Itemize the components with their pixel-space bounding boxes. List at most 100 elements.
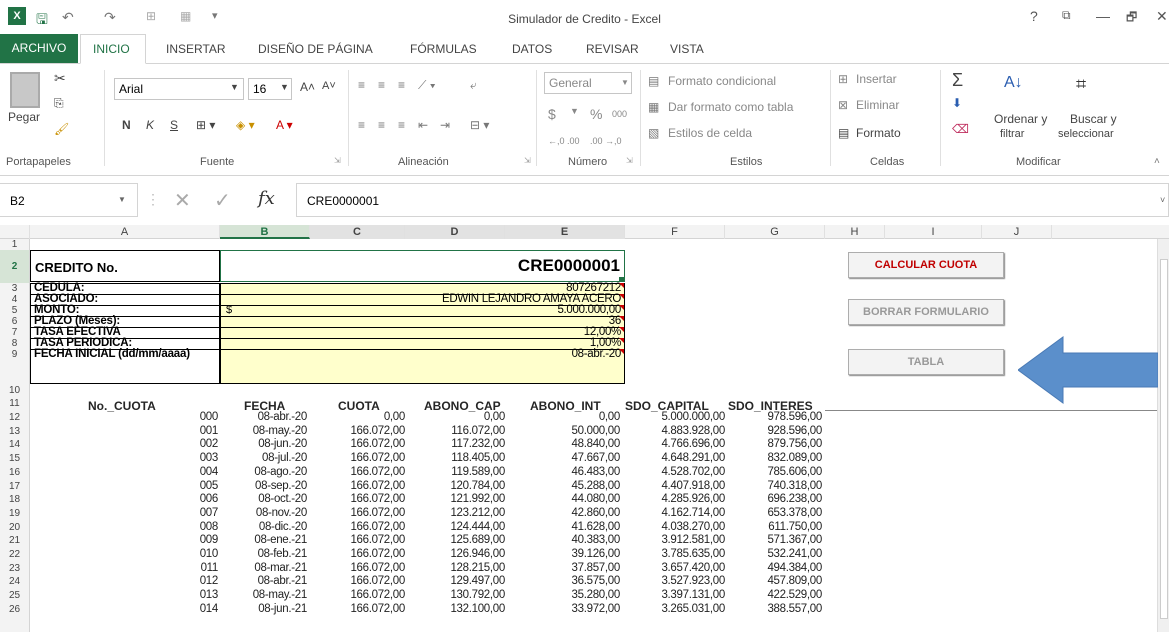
grow-font-icon[interactable]: A˄ — [300, 80, 315, 94]
cut-icon[interactable]: ✂ — [54, 70, 66, 87]
table-cell[interactable]: 000 — [200, 411, 219, 423]
percent-button[interactable]: % — [590, 106, 602, 122]
align-right-icon[interactable]: ≡ — [398, 118, 405, 132]
table-cell[interactable]: 4.648.291,00 — [661, 452, 725, 464]
row-header[interactable]: 2 — [0, 250, 30, 283]
format-painter-icon[interactable]: 🖌 — [54, 122, 69, 136]
sort-filter-icon[interactable]: A↓ — [1004, 74, 1023, 92]
align-center-icon[interactable]: ≡ — [378, 118, 385, 132]
table-cell[interactable]: 4.883.928,00 — [661, 425, 725, 437]
table-cell[interactable]: 4.038.270,00 — [661, 521, 725, 533]
table-cell[interactable]: 166.072,00 — [350, 534, 405, 546]
table-cell[interactable]: 121.992,00 — [450, 493, 505, 505]
table-cell[interactable]: 123.212,00 — [450, 507, 505, 519]
table-cell[interactable]: 42.860,00 — [572, 507, 621, 519]
table-cell[interactable]: 3.657.420,00 — [661, 562, 725, 574]
tab-inicio[interactable]: INICIO — [80, 34, 146, 64]
table-cell[interactable]: 611.750,00 — [768, 521, 822, 533]
table-cell[interactable]: 117.232,00 — [451, 438, 505, 450]
tabla-button[interactable]: TABLA — [848, 349, 1004, 375]
table-cell[interactable]: 696.238,00 — [767, 493, 822, 505]
table-cell[interactable]: 002 — [200, 438, 219, 450]
table-cell[interactable]: 128.215,00 — [450, 562, 505, 574]
table-cell[interactable]: 003 — [200, 452, 219, 464]
table-cell[interactable]: 08-abr.-20 — [258, 411, 308, 423]
merge-center-icon[interactable]: ⊟ ▾ — [470, 118, 489, 132]
table-cell[interactable]: 41.628,00 — [572, 521, 621, 533]
paste-icon[interactable] — [10, 72, 40, 108]
insert-cells-icon[interactable]: ⊞ — [838, 72, 848, 86]
calcular-cuota-button[interactable]: CALCULAR CUOTA — [848, 252, 1004, 278]
tab-diseno[interactable]: DISEÑO DE PÁGINA — [258, 42, 373, 56]
chevron-down-icon[interactable]: ▼ — [280, 82, 289, 92]
table-cell[interactable]: 166.072,00 — [350, 452, 405, 464]
table-cell[interactable]: 130.792,00 — [450, 589, 505, 601]
table-cell[interactable]: 125.689,00 — [450, 534, 505, 546]
delete-cells-button[interactable]: Eliminar — [856, 98, 899, 112]
font-color-icon[interactable]: A ▾ — [276, 118, 293, 132]
orientation-icon[interactable]: ⟋ ▾ — [418, 78, 436, 93]
italic-button[interactable]: K — [146, 118, 154, 132]
table-cell[interactable]: 08-mar.-21 — [254, 562, 307, 574]
increase-indent-icon[interactable]: ⇥ — [440, 118, 450, 132]
table-cell[interactable]: 005 — [200, 480, 219, 492]
row-header[interactable]: 7 — [0, 327, 30, 338]
align-middle-icon[interactable]: ≡ — [378, 78, 385, 92]
table-cell[interactable]: 0,00 — [384, 411, 405, 423]
table-cell[interactable]: 47.667,00 — [572, 452, 621, 464]
row-header[interactable]: 1 — [0, 239, 30, 250]
table-cell[interactable]: 3.785.635,00 — [661, 548, 725, 560]
maximize-button[interactable]: 🗗 — [1126, 8, 1137, 29]
fill-icon[interactable]: ⬇ — [952, 96, 962, 110]
collapse-ribbon-icon[interactable]: ˄ — [1154, 156, 1160, 167]
table-cell[interactable]: 08-jul.-20 — [262, 452, 307, 464]
minimize-button[interactable]: — — [1096, 8, 1110, 24]
font-name-select[interactable]: Arial — [114, 78, 244, 100]
table-cell[interactable]: 116.072,00 — [451, 425, 505, 437]
table-cell[interactable]: 48.840,00 — [572, 438, 621, 450]
sort-filter-label-1[interactable]: Ordenar y — [994, 112, 1047, 126]
format-as-table-icon[interactable]: ▦ — [648, 100, 659, 114]
table-cell[interactable]: 422.529,00 — [767, 589, 822, 601]
number-format-select[interactable]: General ▼ — [544, 72, 632, 94]
column-header-b[interactable]: B — [220, 225, 310, 239]
table-cell[interactable]: 007 — [200, 507, 219, 519]
table-cell[interactable]: 457.809,00 — [767, 575, 822, 587]
select-all-corner[interactable] — [0, 225, 30, 239]
table-cell[interactable]: 166.072,00 — [350, 425, 405, 437]
row-header[interactable]: 11 — [0, 397, 30, 411]
format-cells-icon[interactable]: ▤ — [838, 126, 849, 140]
table-cell[interactable]: 978.596,00 — [767, 411, 822, 423]
function-icon[interactable]: fx — [258, 188, 275, 209]
chevron-down-icon[interactable]: ▼ — [570, 106, 579, 116]
format-as-table-button[interactable]: Dar formato como tabla — [668, 100, 793, 114]
dialog-launcher-icon[interactable]: ⇲ — [524, 156, 531, 165]
conditional-format-button[interactable]: Formato condicional — [668, 74, 776, 88]
table-cell[interactable]: 0,00 — [599, 411, 620, 423]
tab-formulas[interactable]: FÓRMULAS — [410, 42, 477, 56]
table-cell[interactable]: 36.575,00 — [572, 575, 621, 587]
table-cell[interactable]: 166.072,00 — [350, 480, 405, 492]
tab-vista[interactable]: VISTA — [670, 42, 704, 56]
table-cell[interactable]: 004 — [200, 466, 219, 478]
table-cell[interactable]: 166.072,00 — [350, 603, 405, 615]
sort-filter-label-2[interactable]: filtrar — [1000, 128, 1024, 140]
table-cell[interactable]: 5.000.000,00 — [661, 411, 725, 423]
table-cell[interactable]: 740.318,00 — [767, 480, 822, 492]
borders-icon[interactable]: ⊞ ▾ — [196, 118, 215, 132]
table-cell[interactable]: 44.080,00 — [572, 493, 621, 505]
table-cell[interactable]: 124.444,00 — [450, 521, 505, 533]
table-cell[interactable]: 532.241,00 — [767, 548, 822, 560]
fill-color-icon[interactable]: ◈ ▾ — [236, 118, 255, 132]
table-cell[interactable]: 010 — [200, 548, 219, 560]
bold-button[interactable]: N — [122, 118, 131, 132]
table-cell[interactable]: 166.072,00 — [350, 438, 405, 450]
table-cell[interactable]: 35.280,00 — [572, 589, 621, 601]
tab-datos[interactable]: DATOS — [512, 42, 552, 56]
table-cell[interactable]: 009 — [200, 534, 219, 546]
align-top-icon[interactable]: ≡ — [358, 78, 365, 92]
copy-icon[interactable]: ⎘ — [54, 96, 64, 111]
table-cell[interactable]: 166.072,00 — [350, 493, 405, 505]
currency-button[interactable]: $ — [548, 106, 556, 122]
binoculars-icon[interactable]: ⌗ — [1076, 74, 1086, 95]
